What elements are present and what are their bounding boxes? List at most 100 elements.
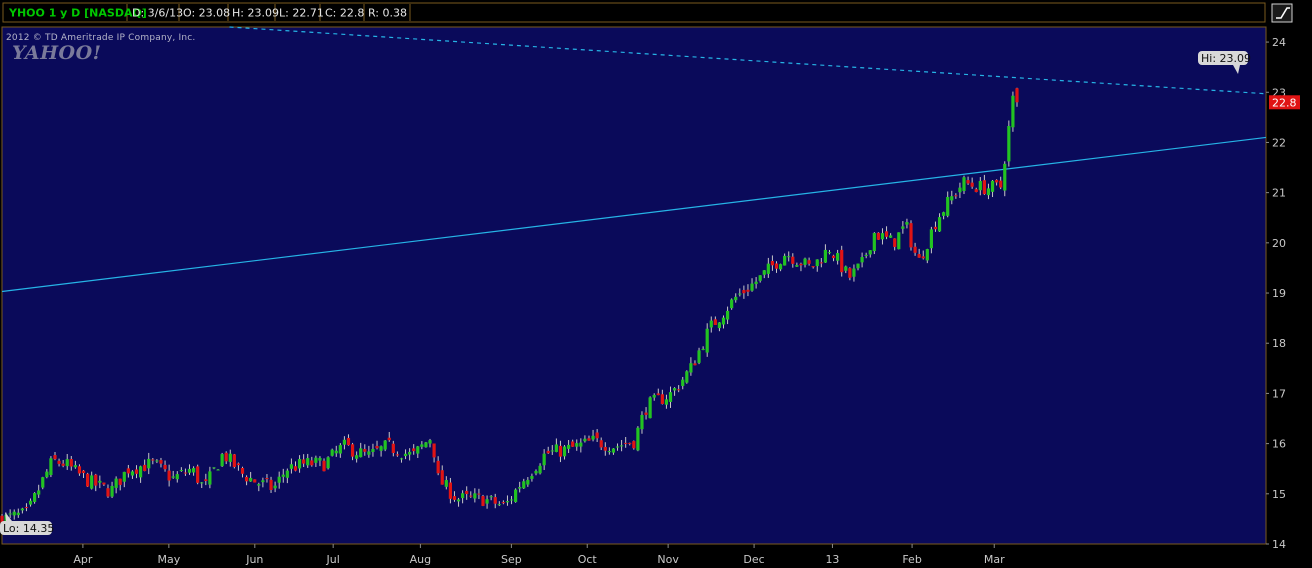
candle-up (428, 440, 432, 444)
candle-down (893, 238, 897, 247)
candle-up (522, 481, 526, 489)
y-axis: 1415161718192021222324 (1266, 36, 1286, 551)
candle-down (134, 469, 139, 474)
candle-down (391, 443, 395, 453)
candle-down (102, 482, 106, 485)
candle-up (929, 229, 933, 249)
candle-down (61, 463, 65, 466)
candle-up (942, 212, 946, 216)
x-axis: Apr May Jun Jul Aug Sep Oct Nov Dec 13 Feb Mar (73, 544, 1005, 566)
candle-up (314, 457, 318, 463)
candle-up (787, 256, 791, 258)
trendline-tool-button[interactable] (1271, 3, 1293, 23)
y-tick-label: 19 (1272, 287, 1286, 300)
candle-down (265, 478, 269, 480)
candle-up (795, 265, 799, 267)
high-label: H: 23.09 (232, 7, 279, 20)
x-tick-label: Aug (410, 553, 431, 566)
candle-down (236, 463, 241, 466)
candle-up (367, 451, 371, 455)
candle-up (114, 478, 118, 488)
candle-down (143, 464, 147, 472)
candle-up (424, 442, 428, 448)
symbol-label[interactable]: YHOO 1 y D [NASDAQ] (8, 7, 147, 20)
candle-up (175, 474, 179, 480)
x-tick-label: Sep (501, 553, 522, 566)
candle-up (685, 371, 689, 383)
candle-down (999, 180, 1003, 188)
candle-down (954, 195, 958, 197)
candle-down (558, 445, 563, 457)
y-tick-label: 22 (1272, 136, 1286, 149)
last-price-label: 22.8 (1272, 96, 1297, 109)
range-label: R: 0.38 (368, 7, 407, 20)
open-label: O: 23.08 (183, 7, 230, 20)
candle-up (738, 293, 742, 295)
candle-up (1007, 125, 1011, 162)
candle-up (330, 449, 334, 456)
candle-up (717, 322, 722, 329)
candle-up (147, 458, 151, 469)
candle-down (204, 479, 208, 482)
candle-down (628, 442, 632, 444)
candle-up (65, 459, 69, 467)
candle-up (958, 187, 962, 193)
candle-up (509, 499, 514, 501)
candle-up (864, 254, 868, 256)
candle-up (306, 458, 310, 466)
candle-up (978, 180, 982, 191)
candle-down (624, 442, 628, 444)
candle-up (73, 465, 77, 468)
candle-down (183, 472, 188, 474)
candle-down (346, 437, 351, 446)
y-tick-label: 15 (1272, 488, 1286, 501)
candle-up (383, 440, 387, 450)
plot-area[interactable] (1, 26, 1267, 545)
candle-up (90, 475, 94, 489)
candle-down (811, 266, 815, 268)
candle-up (815, 259, 819, 267)
candle-up (297, 458, 302, 469)
candle-down (970, 182, 974, 187)
candle-up (709, 320, 713, 328)
candle-up (990, 180, 995, 192)
candle-up (359, 448, 363, 458)
candle-down (395, 454, 399, 456)
candle-up (950, 196, 954, 201)
y-tick-label: 17 (1272, 387, 1286, 400)
candle-down (232, 454, 236, 468)
candle-up (200, 482, 204, 484)
candle-up (342, 439, 347, 445)
candle-down (253, 479, 257, 483)
candle-down (118, 478, 122, 485)
candle-up (249, 477, 253, 482)
close-label: C: 22.8 (325, 7, 364, 20)
candle-down (746, 289, 750, 292)
candle-up (505, 501, 510, 503)
hi-callout-label: Hi: 23.09 (1201, 52, 1251, 65)
candle-up (701, 348, 705, 350)
candle-up (456, 499, 461, 502)
candle-up (758, 275, 762, 281)
candle-down (884, 231, 889, 237)
candle-down (921, 256, 925, 259)
candle-up (762, 270, 766, 275)
candle-down (126, 468, 130, 474)
candle-up (554, 444, 558, 453)
candle-up (12, 511, 16, 516)
candle-up (49, 458, 53, 475)
candle-down (933, 226, 938, 230)
candle-up (836, 253, 840, 261)
y-tick-label: 16 (1272, 438, 1286, 451)
candle-down (151, 459, 155, 461)
candle-up (783, 255, 787, 266)
candle-down (660, 394, 664, 404)
chart-window: YHOO 1 y D [NASDAQ] D: 3/6/13 O: 23.08 H… (0, 0, 1312, 568)
last-price-marker: 22.8 (1269, 95, 1300, 110)
candle-up (208, 471, 212, 485)
candle-down (436, 460, 440, 474)
candle-up (110, 485, 114, 497)
candle-down (363, 449, 367, 452)
candle-up (371, 448, 375, 452)
price-chart[interactable]: YHOO 1 y D [NASDAQ] D: 3/6/13 O: 23.08 H… (0, 0, 1312, 568)
